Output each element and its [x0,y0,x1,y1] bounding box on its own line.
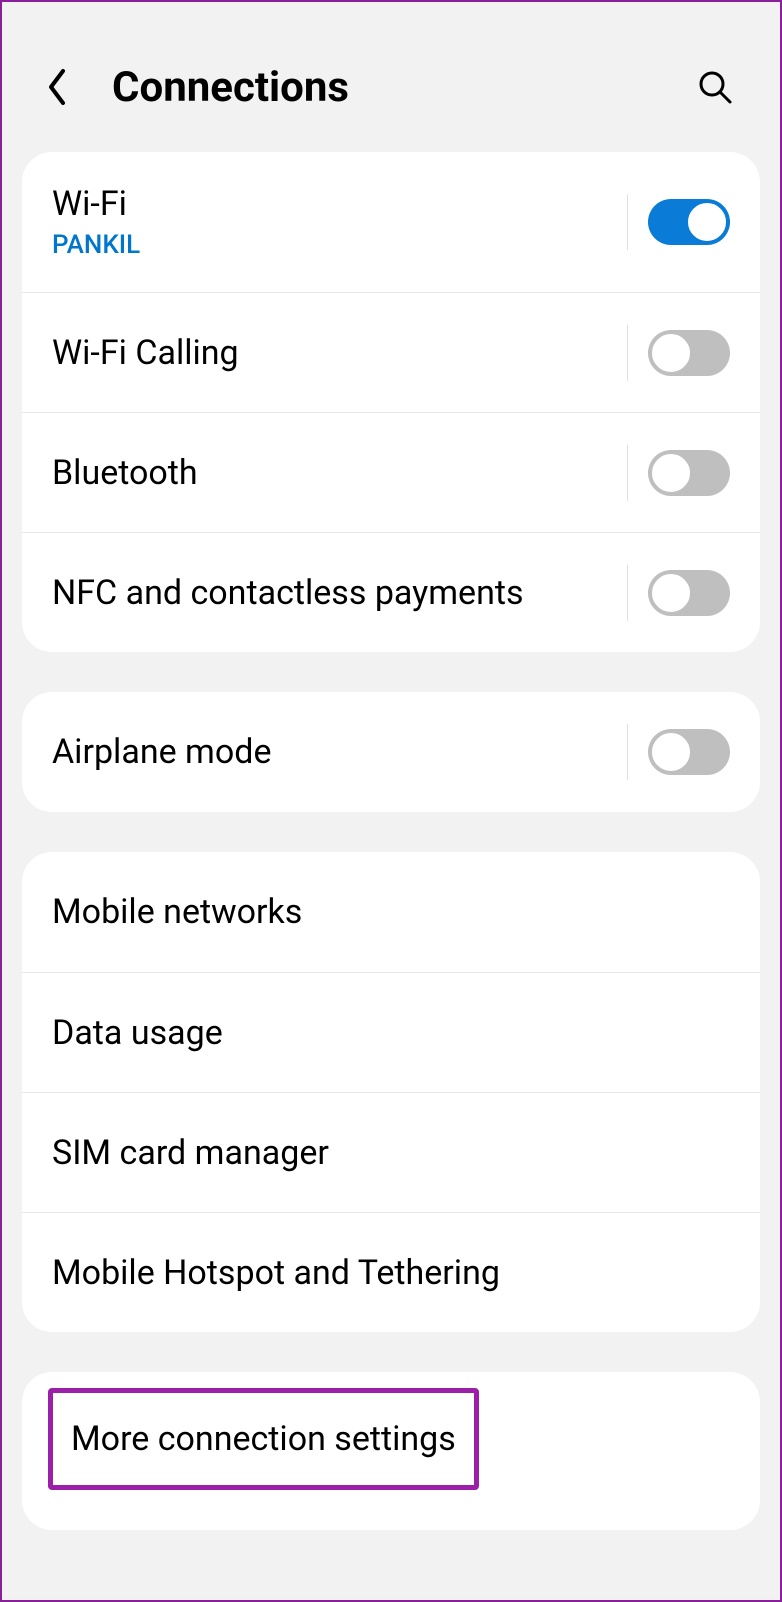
wifi-calling-row[interactable]: Wi-Fi Calling [22,292,760,412]
search-icon [697,69,733,105]
hotspot-label: Mobile Hotspot and Tethering [52,1253,730,1293]
wifi-calling-content: Wi-Fi Calling [52,333,627,373]
back-button[interactable] [32,62,82,112]
sim-label: SIM card manager [52,1133,730,1173]
bluetooth-toggle[interactable] [648,450,730,496]
connections-group-1: Wi-Fi PANKIL Wi-Fi Calling Bluetooth NFC… [22,152,760,652]
divider [627,194,628,250]
toggle-thumb [687,202,727,242]
data-usage-row[interactable]: Data usage [22,972,760,1092]
hotspot-content: Mobile Hotspot and Tethering [52,1253,730,1293]
sim-content: SIM card manager [52,1133,730,1173]
chevron-left-icon [44,67,70,107]
wifi-calling-toggle[interactable] [648,330,730,376]
connections-group-3: Mobile networks Data usage SIM card mana… [22,852,760,1332]
page-title: Connections [112,63,690,112]
wifi-toggle[interactable] [648,199,730,245]
nfc-row[interactable]: NFC and contactless payments [22,532,760,652]
airplane-label: Airplane mode [52,732,627,772]
wifi-network-name: PANKIL [52,230,627,260]
divider [627,325,628,381]
more-connection-settings-label: More connection settings [71,1419,456,1459]
connections-group-2: Airplane mode [22,692,760,812]
airplane-content: Airplane mode [52,732,627,772]
airplane-row[interactable]: Airplane mode [22,692,760,812]
wifi-calling-label: Wi-Fi Calling [52,333,627,373]
mobile-networks-content: Mobile networks [52,892,730,932]
search-button[interactable] [690,62,740,112]
divider [627,724,628,780]
wifi-content: Wi-Fi PANKIL [52,184,627,260]
bluetooth-label: Bluetooth [52,453,627,493]
sim-manager-row[interactable]: SIM card manager [22,1092,760,1212]
connections-group-4: More connection settings [22,1372,760,1530]
bluetooth-row[interactable]: Bluetooth [22,412,760,532]
divider [627,445,628,501]
divider [627,565,628,621]
mobile-networks-row[interactable]: Mobile networks [22,852,760,972]
bluetooth-content: Bluetooth [52,453,627,493]
toggle-thumb [651,453,691,493]
wifi-row[interactable]: Wi-Fi PANKIL [22,152,760,292]
nfc-label: NFC and contactless payments [52,573,627,613]
toggle-thumb [651,333,691,373]
nfc-content: NFC and contactless payments [52,573,627,613]
airplane-toggle[interactable] [648,729,730,775]
data-usage-content: Data usage [52,1013,730,1053]
mobile-networks-label: Mobile networks [52,892,730,932]
data-usage-label: Data usage [52,1013,730,1053]
more-connection-settings-row[interactable]: More connection settings [48,1388,479,1490]
nfc-toggle[interactable] [648,570,730,616]
toggle-thumb [651,573,691,613]
toggle-thumb [651,732,691,772]
wifi-label: Wi-Fi [52,184,627,224]
header: Connections [2,2,780,152]
hotspot-row[interactable]: Mobile Hotspot and Tethering [22,1212,760,1332]
